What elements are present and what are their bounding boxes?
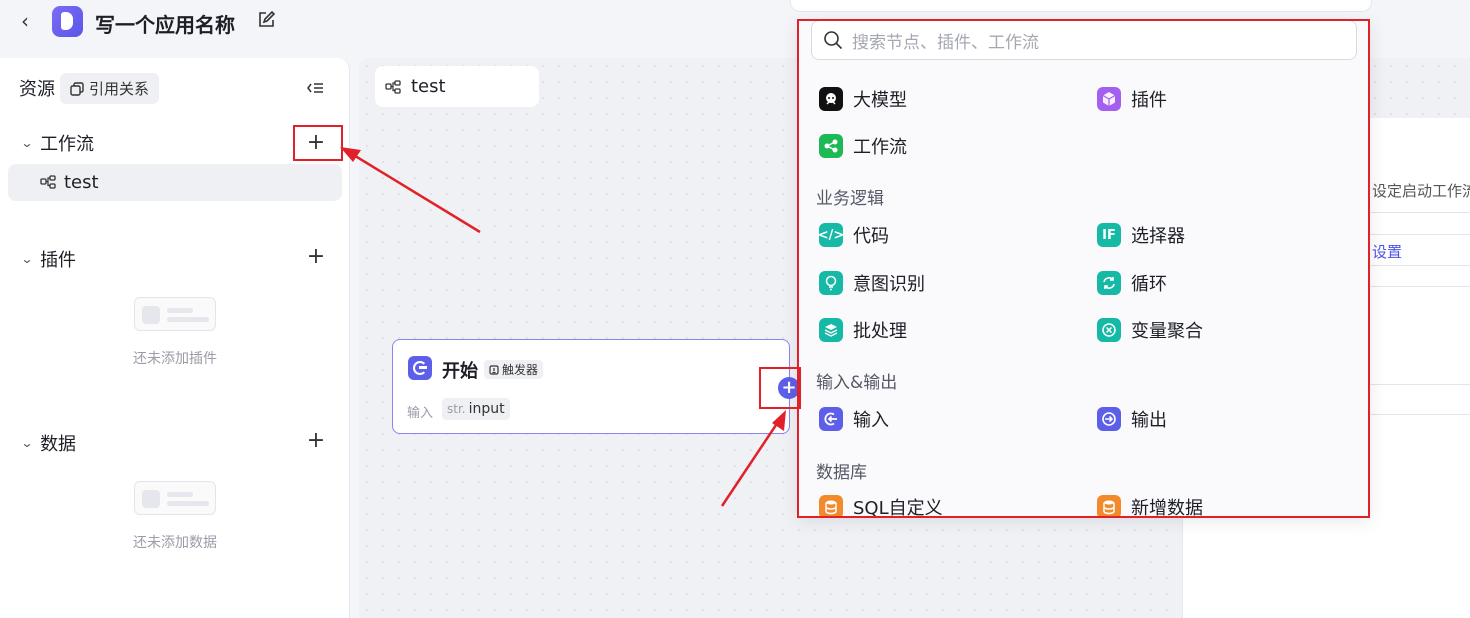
picker-item-label: 代码	[853, 226, 889, 247]
node-search-input[interactable]: 搜索节点、插件、工作流	[811, 20, 1357, 60]
chevron-down-icon: ⌄	[20, 436, 34, 450]
picker-item-sql[interactable]: SQL自定义	[819, 494, 943, 516]
picker-item-label: 变量聚合	[1131, 321, 1203, 342]
database-icon	[819, 495, 843, 516]
panel-hint-text: 设定启动工作流	[1372, 182, 1470, 200]
category-logic: 业务逻辑	[816, 189, 884, 209]
picker-item-label: 输入	[853, 410, 889, 431]
add-node-port-button[interactable]: +	[778, 377, 800, 399]
resource-sidebar: 资源 引用关系 ⌄ 工作流 + test ⌄ 插件 + 还未添加插件 ⌄ 数据 …	[0, 58, 350, 618]
sidebar-title: 资源	[19, 79, 55, 100]
node-input-param: str. input	[442, 398, 510, 420]
picker-item-loop[interactable]: 循环	[1097, 270, 1167, 296]
sidebar-item-test[interactable]: test	[8, 164, 342, 201]
toolbar-edge	[790, 0, 1372, 12]
node-input-label: 输入	[407, 406, 434, 421]
merge-icon	[1097, 318, 1121, 342]
trigger-label: 触发器	[502, 363, 539, 377]
chevron-down-icon: ⌄	[20, 136, 34, 150]
start-icon	[408, 356, 432, 380]
input-icon	[819, 407, 843, 431]
category-database: 数据库	[816, 463, 867, 483]
add-data-button[interactable]: +	[305, 430, 327, 452]
database-icon	[1097, 495, 1121, 516]
picker-item-code[interactable]: </> 代码	[818, 222, 889, 248]
plugin-cube-icon	[1097, 87, 1121, 111]
loop-icon	[1097, 271, 1121, 295]
picker-item-input[interactable]: 输入	[819, 406, 889, 432]
tab-test[interactable]: test	[375, 66, 539, 107]
copy-icon	[70, 81, 84, 96]
workflow-icon	[385, 79, 401, 94]
picker-item-insert-data[interactable]: 新增数据	[1097, 494, 1203, 516]
edit-icon[interactable]	[257, 11, 275, 29]
empty-plugin-text: 还未添加插件	[133, 351, 217, 367]
section-workflow-label: 工作流	[40, 134, 95, 155]
picker-item-selector[interactable]: IF 选择器	[1097, 222, 1185, 248]
picker-item-plugin[interactable]: 插件	[1097, 86, 1167, 112]
workflow-icon	[819, 134, 843, 158]
picker-item-label: 输出	[1131, 410, 1167, 431]
trigger-icon	[489, 364, 499, 375]
divider	[1360, 414, 1470, 415]
divider	[1360, 286, 1470, 287]
chevron-down-icon: ⌄	[20, 252, 34, 266]
add-workflow-button[interactable]: +	[305, 132, 327, 154]
empty-data-illustration	[134, 481, 216, 515]
workflow-icon	[40, 175, 56, 189]
section-data[interactable]: ⌄ 数据	[20, 430, 77, 456]
picker-item-label: SQL自定义	[853, 498, 943, 516]
settings-link[interactable]: 设置	[1372, 241, 1402, 262]
reference-relations-label: 引用关系	[89, 80, 150, 98]
section-data-label: 数据	[40, 434, 77, 455]
param-name: input	[468, 401, 505, 417]
tab-label: test	[411, 76, 446, 97]
empty-plugin-illustration	[134, 297, 216, 331]
add-plugin-button[interactable]: +	[305, 246, 327, 268]
lightbulb-icon	[819, 271, 843, 295]
empty-data-text: 还未添加数据	[133, 535, 217, 551]
app-logo	[52, 6, 83, 37]
chevron-left-icon[interactable]: ‹	[14, 9, 36, 33]
section-plugin[interactable]: ⌄ 插件	[20, 246, 77, 272]
picker-item-label: 意图识别	[853, 274, 925, 295]
llm-icon	[819, 87, 843, 111]
output-icon	[1097, 407, 1121, 431]
start-node[interactable]: 开始 触发器 输入 str. input	[392, 339, 790, 434]
picker-item-output[interactable]: 输出	[1097, 406, 1167, 432]
picker-item-batch[interactable]: 批处理	[819, 317, 907, 343]
picker-item-label: 工作流	[853, 137, 907, 158]
divider	[1360, 384, 1470, 385]
section-workflow[interactable]: ⌄ 工作流	[20, 130, 95, 156]
picker-item-workflow[interactable]: 工作流	[819, 133, 907, 159]
node-title: 开始	[442, 361, 478, 382]
collapse-sidebar-icon[interactable]	[305, 78, 325, 98]
sidebar-item-label: test	[64, 172, 99, 193]
node-picker-popup: 搜索节点、插件、工作流 大模型 插件 工作流 业务逻辑 </> 代码 IF 选择…	[799, 20, 1369, 516]
param-type: str.	[447, 402, 466, 416]
section-plugin-label: 插件	[40, 250, 77, 271]
code-icon: </>	[818, 223, 844, 247]
picker-item-label: 选择器	[1131, 226, 1185, 247]
picker-item-label: 批处理	[853, 321, 907, 342]
if-icon: IF	[1097, 223, 1121, 247]
picker-item-intent[interactable]: 意图识别	[819, 270, 925, 296]
picker-item-variable-merge[interactable]: 变量聚合	[1097, 317, 1203, 343]
layers-icon	[819, 318, 843, 342]
picker-item-llm[interactable]: 大模型	[819, 86, 907, 112]
picker-item-label: 插件	[1131, 90, 1167, 111]
category-io: 输入&输出	[816, 373, 898, 393]
trigger-badge[interactable]: 触发器	[484, 360, 544, 379]
picker-item-label: 大模型	[853, 90, 907, 111]
reference-relations-button[interactable]: 引用关系	[60, 73, 160, 104]
search-placeholder: 搜索节点、插件、工作流	[852, 32, 1039, 53]
divider	[1360, 212, 1470, 213]
picker-item-label: 循环	[1131, 274, 1167, 295]
search-icon	[824, 31, 843, 50]
picker-item-label: 新增数据	[1131, 498, 1203, 516]
app-title: 写一个应用名称	[95, 13, 235, 37]
